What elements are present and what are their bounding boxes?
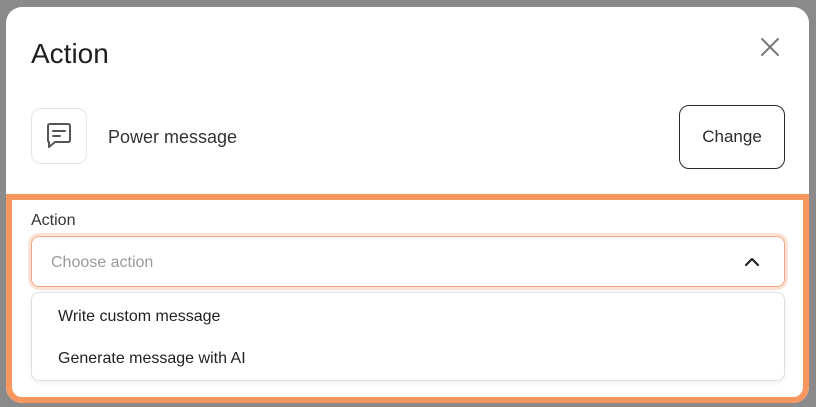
node-label: Power message [108,127,238,147]
message-icon [31,108,87,164]
action-select[interactable]: Choose action [31,236,785,287]
option-generate-message-ai[interactable]: Generate message with AI [32,339,784,379]
action-field-label: Action [31,212,76,229]
chevron-up-icon [742,252,762,272]
action-dropdown-menu: Write custom message Generate message wi… [31,292,785,381]
change-button[interactable]: Change [679,105,785,169]
option-write-custom-message[interactable]: Write custom message [32,297,784,337]
modal-title: Action [31,38,109,69]
action-modal: Action Power message Change Action Choos… [6,7,809,403]
close-icon[interactable] [758,35,782,59]
action-select-placeholder: Choose action [51,254,154,271]
